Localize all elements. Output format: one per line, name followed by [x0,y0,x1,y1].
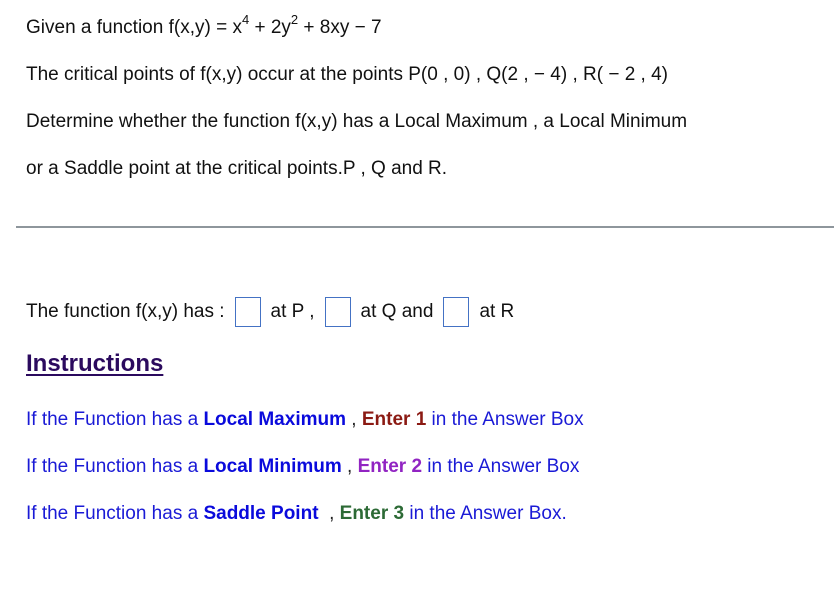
instruction-text-post: in the Answer Box [422,456,580,477]
critical-points-text: The critical points of f(x,y) occur at t… [26,64,669,85]
answer-input-p[interactable] [234,296,261,327]
function-text-suffix: + 8xy − 7 [298,17,382,38]
function-text-mid: + 2y [249,17,291,38]
section-divider [16,226,834,228]
instruction-text: If the Function has a [26,503,204,524]
determine-text-line1: Determine whether the function f(x,y) ha… [26,111,688,132]
instruction-text-post: in the Answer Box. [404,503,567,524]
instruction-local-maximum: If the Function has a Local Maximum , En… [26,409,584,431]
instruction-text: If the Function has a [26,456,204,477]
instruction-type: Saddle Point [203,503,319,524]
function-definition: Given a function f(x,y) = x4 + 2y2 + 8xy… [26,13,382,39]
answer-lead-text: The function f(x,y) has : [26,300,225,322]
instruction-local-minimum: If the Function has a Local Minimum , En… [26,456,579,478]
instruction-enter: Enter 2 [357,456,423,477]
instruction-text-post: in the Answer Box [426,409,584,430]
label-at-q: at Q and [360,300,434,322]
function-text: Given a function f(x,y) = x [26,17,242,38]
instruction-saddle-point: If the Function has a Saddle Point , Ent… [26,503,567,525]
answer-input-r[interactable] [443,296,470,327]
instruction-enter: Enter 3 [339,503,405,524]
instructions-title: Instructions [26,350,164,377]
determine-text-line2: or a Saddle point at the critical points… [26,158,448,179]
instruction-text: If the Function has a [26,409,204,430]
label-at-r: at R [479,300,515,322]
label-at-p: at P , [270,300,315,322]
answer-row: The function f(x,y) has : at P , at Q an… [26,296,514,327]
instruction-sep: , [341,456,358,477]
exponent-2: 2 [290,11,299,27]
instruction-sep: , [318,503,340,524]
exponent-4: 4 [241,11,250,27]
instruction-type: Local Minimum [203,456,342,477]
instruction-enter: Enter 1 [361,409,427,430]
answer-input-q[interactable] [324,296,351,327]
instruction-type: Local Maximum [203,409,346,430]
instruction-sep: , [346,409,362,430]
